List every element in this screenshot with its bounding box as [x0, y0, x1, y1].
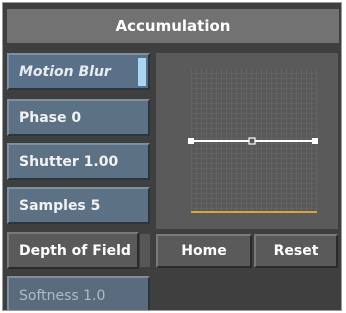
reset-button[interactable]: Reset: [254, 234, 338, 268]
shutter-label: Shutter 1.00: [19, 153, 119, 170]
softness-field[interactable]: Softness 1.0: [7, 276, 150, 310]
curve-left-handle[interactable]: [188, 138, 194, 144]
phase-label: Phase 0: [19, 109, 82, 126]
curve-editor[interactable]: [156, 53, 338, 229]
motion-blur-toggle[interactable]: Motion Blur: [7, 53, 150, 90]
accumulation-panel: Accumulation Motion Blur Phase 0 Shutter…: [2, 2, 342, 311]
phase-field[interactable]: Phase 0: [7, 99, 150, 136]
softness-label: Softness 1.0: [19, 288, 106, 304]
panel-title: Accumulation: [7, 9, 339, 43]
depth-of-field-toggle[interactable]: Depth of Field: [7, 232, 139, 269]
motion-blur-label: Motion Blur: [19, 63, 111, 80]
curve-right-handle[interactable]: [312, 138, 318, 144]
samples-field[interactable]: Samples 5: [7, 187, 150, 224]
curve-center-handle[interactable]: [248, 137, 256, 145]
curve-graph[interactable]: [156, 53, 338, 229]
depth-of-field-indicator: [140, 234, 150, 267]
home-button[interactable]: Home: [156, 234, 252, 268]
shutter-field[interactable]: Shutter 1.00: [7, 143, 150, 180]
depth-of-field-label: Depth of Field: [19, 242, 131, 259]
samples-label: Samples 5: [19, 197, 101, 214]
motion-blur-active-indicator: [138, 58, 146, 86]
